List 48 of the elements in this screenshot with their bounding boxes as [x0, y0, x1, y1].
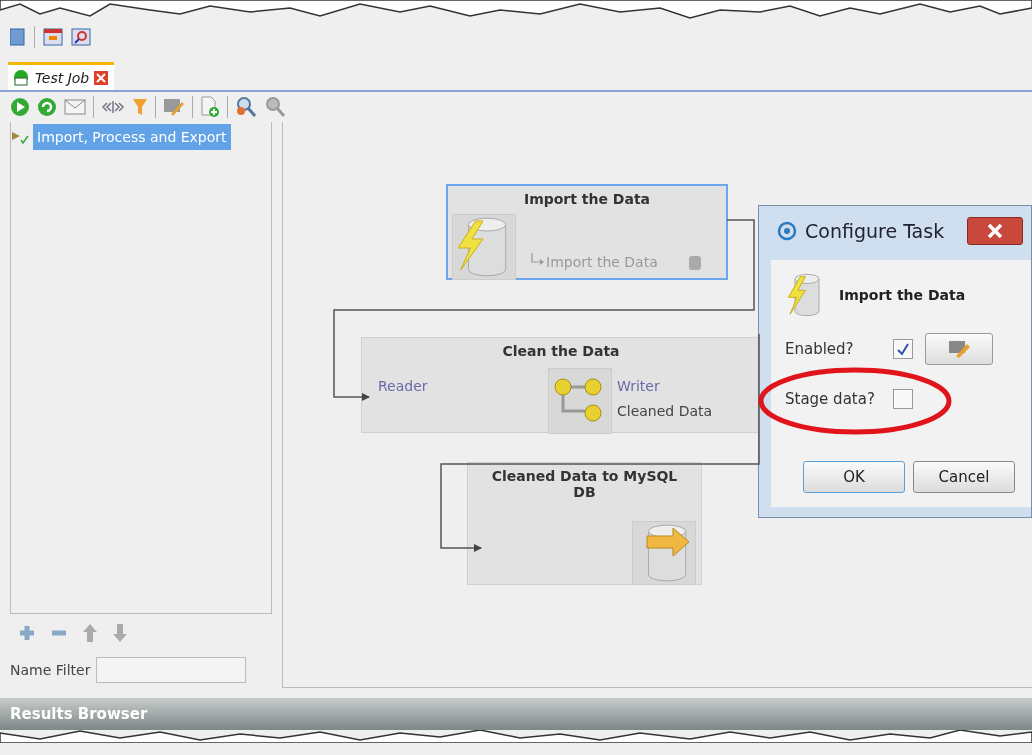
node-title: Import the Data — [522, 190, 652, 207]
edit-icon — [947, 338, 971, 360]
dialog-title: Configure Task — [805, 220, 946, 242]
output-port-label: Writer — [617, 378, 660, 394]
node-title: Clean the Data — [501, 342, 621, 359]
mail-icon[interactable] — [64, 99, 86, 115]
refresh-icon[interactable] — [37, 97, 57, 117]
window-icon[interactable] — [10, 28, 26, 46]
node-title: Cleaned Data to MySQL DB — [490, 467, 679, 500]
checkbox-label: Enabled? — [785, 340, 855, 358]
job-tab[interactable]: Test Job — [8, 62, 115, 90]
checkbox-label: Stage data? — [785, 390, 876, 408]
down-arrow-icon[interactable] — [112, 623, 128, 643]
funnel-icon[interactable] — [132, 97, 148, 117]
edit-button[interactable] — [925, 333, 993, 365]
database-icon — [688, 255, 702, 271]
output-label: Import the Data — [546, 254, 658, 270]
task-node[interactable]: Import the Data Import the Data — [446, 184, 728, 280]
expand-icon[interactable] — [101, 100, 125, 114]
job-icon — [12, 68, 30, 87]
zoom-icon[interactable] — [264, 96, 286, 118]
output-label: Cleaned Data — [617, 403, 713, 419]
calendar-icon[interactable] — [43, 28, 63, 46]
close-button[interactable] — [967, 217, 1023, 245]
task-node[interactable]: Clean the Data Reader Writer Cleaned Data — [361, 337, 761, 433]
close-icon — [94, 70, 109, 85]
checkbox[interactable] — [893, 339, 913, 359]
task-node[interactable]: Cleaned Data to MySQL DB — [467, 462, 702, 585]
add-page-icon[interactable] — [200, 96, 220, 118]
plus-icon[interactable] — [18, 624, 36, 642]
app-icon — [777, 221, 797, 241]
checkbox[interactable] — [893, 389, 913, 409]
play-icon[interactable] — [10, 97, 30, 117]
up-arrow-icon[interactable] — [82, 623, 98, 643]
field-label: Name Filter — [10, 662, 91, 678]
task-name: Import the Data — [839, 287, 966, 303]
zoom-out-icon[interactable] — [235, 96, 257, 118]
close-icon — [987, 224, 1003, 238]
name-filter-field[interactable] — [96, 657, 247, 683]
input-port-label: Reader — [378, 378, 428, 394]
panel-title: Results Browser — [10, 705, 148, 723]
edit-icon[interactable] — [163, 97, 185, 117]
cancel-button[interactable]: Cancel — [913, 461, 1015, 493]
return-arrow-icon — [530, 252, 544, 266]
check-icon — [896, 342, 910, 356]
task-status-icon — [11, 129, 29, 145]
ok-button[interactable]: OK — [803, 461, 905, 493]
search-icon[interactable] — [71, 28, 91, 46]
